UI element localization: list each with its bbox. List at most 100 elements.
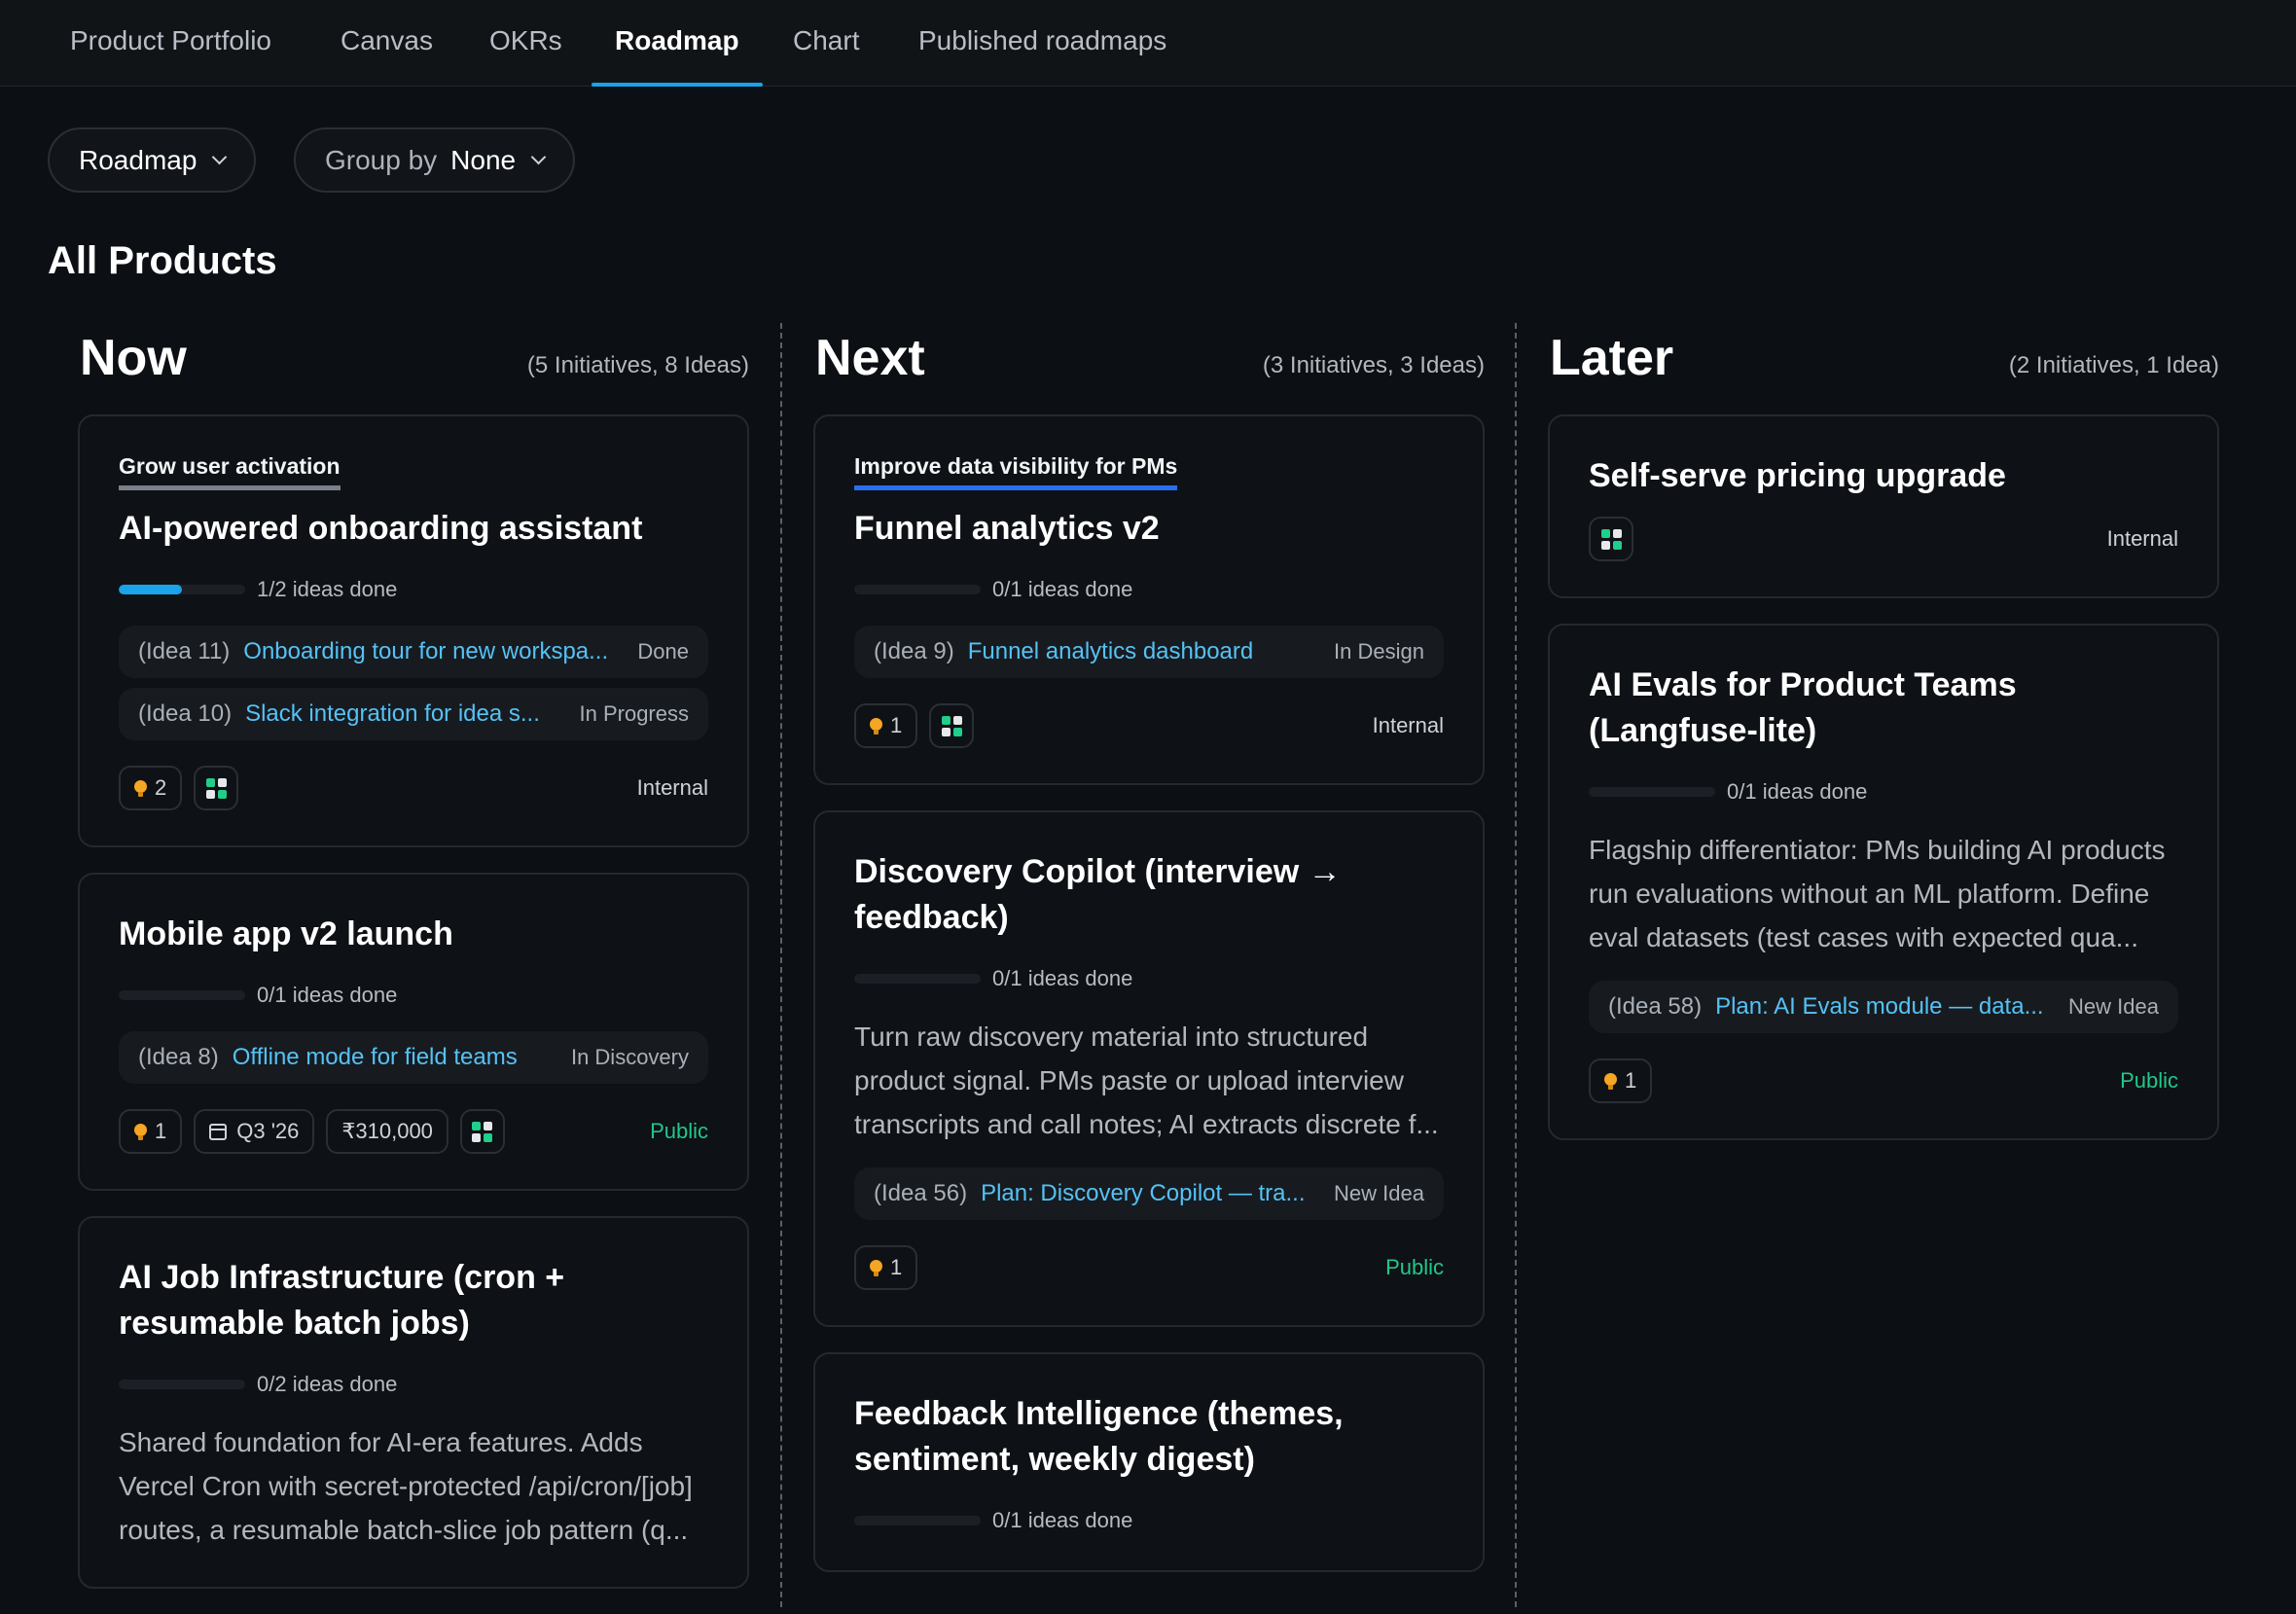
idea-count-chip[interactable]: 1 [1589, 1058, 1653, 1103]
initiative-card[interactable]: Mobile app v2 launch 0/1 ideas done (Ide… [78, 873, 749, 1191]
card-meta: 1 Q3 '26 ₹310,000 Public [119, 1109, 708, 1154]
group-by-label: Group by [325, 144, 438, 175]
tab-published-roadmaps[interactable]: Published roadmaps [918, 25, 1166, 87]
idea-status: New Idea [2068, 994, 2159, 1019]
idea-link[interactable]: Funnel analytics dashboard [968, 638, 1314, 665]
initiative-title[interactable]: AI Job Infrastructure (cron + resumable … [119, 1255, 708, 1346]
idea-status: In Design [1334, 639, 1424, 664]
grid-icon [941, 715, 962, 736]
column-title: Next [815, 330, 925, 386]
view-select-label: Roadmap [79, 144, 197, 175]
initiative-title[interactable]: Funnel analytics v2 [854, 506, 1444, 552]
idea-count-chip[interactable]: 1 [854, 1245, 918, 1290]
initiative-card[interactable]: Self-serve pricing upgrade Internal [1548, 414, 2219, 598]
idea-status: Done [637, 639, 689, 664]
visibility-label: Public [2120, 1068, 2178, 1093]
idea-link[interactable]: Onboarding tour for new workspa... [243, 638, 618, 665]
tab-canvas[interactable]: Canvas [341, 25, 433, 87]
initiative-title[interactable]: Feedback Intelligence (themes, sentiment… [854, 1391, 1444, 1483]
idea-count: 1 [1625, 1068, 1637, 1093]
idea-row[interactable]: (Idea 10) Slack integration for idea s..… [119, 688, 708, 740]
group-by-select[interactable]: Group by None [294, 127, 576, 193]
idea-row[interactable]: (Idea 8) Offline mode for field teams In… [119, 1031, 708, 1084]
progress-bar [854, 974, 981, 984]
tab-product-portfolio[interactable]: Product Portfolio [70, 25, 271, 87]
idea-row[interactable]: (Idea 58) Plan: AI Evals module — data..… [1589, 981, 2178, 1033]
progress-text: 0/1 ideas done [992, 577, 1133, 601]
column-count: (5 Initiatives, 8 Ideas) [526, 352, 749, 378]
visibility-label: Internal [1372, 713, 1444, 737]
card-meta: Internal [1589, 517, 2178, 561]
column-later: Later (2 Initiatives, 1 Idea) Self-serve… [1548, 321, 2219, 1166]
idea-row[interactable]: (Idea 11) Onboarding tour for new worksp… [119, 626, 708, 678]
product-chip[interactable] [194, 766, 239, 810]
lightbulb-icon [870, 717, 882, 735]
initiative-title[interactable]: AI Evals for Product Teams (Langfuse-lit… [1589, 663, 2178, 754]
initiative-title[interactable]: AI-powered onboarding assistant [119, 506, 708, 552]
initiative-title[interactable]: Mobile app v2 launch [119, 912, 708, 957]
idea-count: 1 [155, 1119, 167, 1143]
column-count: (3 Initiatives, 3 Ideas) [1262, 352, 1485, 378]
idea-row[interactable]: (Idea 56) Plan: Discovery Copilot — tra.… [854, 1167, 1444, 1220]
column-next: Next (3 Initiatives, 3 Ideas) Improve da… [813, 321, 1485, 1597]
tab-okrs[interactable]: OKRs [489, 25, 562, 87]
visibility-label: Public [1385, 1255, 1444, 1279]
idea-link[interactable]: Slack integration for idea s... [245, 700, 559, 728]
progress: 0/1 ideas done [119, 981, 708, 1010]
product-chip[interactable] [459, 1109, 505, 1154]
initiative-card[interactable]: Improve data visibility for PMs Funnel a… [813, 414, 1485, 785]
lightbulb-icon [134, 1123, 147, 1140]
date-chip[interactable]: Q3 '26 [194, 1109, 315, 1154]
idea-count-chip[interactable]: 1 [119, 1109, 183, 1154]
card-meta: 1 Public [854, 1245, 1444, 1290]
idea-link[interactable]: Plan: Discovery Copilot — tra... [981, 1180, 1314, 1207]
top-nav: Product Portfolio Canvas OKRs Roadmap Ch… [0, 0, 2296, 87]
idea-count-chip[interactable]: 2 [119, 766, 183, 810]
idea-link[interactable]: Plan: AI Evals module — data... [1715, 993, 2049, 1021]
progress-bar [119, 585, 245, 594]
lightbulb-icon [134, 779, 147, 797]
idea-count-chip[interactable]: 1 [854, 703, 918, 748]
chevron-down-icon [530, 149, 547, 165]
progress-bar [1589, 787, 1715, 797]
idea-link[interactable]: Offline mode for field teams [233, 1044, 552, 1071]
initiative-card[interactable]: AI Job Infrastructure (cron + resumable … [78, 1216, 749, 1589]
tab-roadmap[interactable]: Roadmap [592, 25, 763, 87]
idea-status: New Idea [1334, 1181, 1424, 1205]
lightbulb-icon [870, 1259, 882, 1276]
visibility-label: Public [650, 1119, 708, 1143]
card-meta: 1 Internal [854, 703, 1444, 748]
column-header: Now (5 Initiatives, 8 Ideas) [78, 321, 749, 414]
progress-text: 0/1 ideas done [1727, 779, 1868, 804]
idea-count: 1 [890, 1255, 903, 1279]
initiative-title[interactable]: Discovery Copilot (interview → feedback) [854, 849, 1444, 941]
progress: 0/2 ideas done [119, 1370, 708, 1399]
idea-status: In Progress [579, 701, 690, 726]
initiative-card[interactable]: Feedback Intelligence (themes, sentiment… [813, 1352, 1485, 1572]
product-chip[interactable] [1589, 517, 1633, 561]
progress: 0/1 ideas done [854, 1506, 1444, 1535]
progress: 0/1 ideas done [1589, 777, 2178, 807]
idea-number: (Idea 8) [138, 1044, 219, 1070]
visibility-label: Internal [636, 775, 708, 800]
initiative-card[interactable]: Grow user activation AI-powered onboardi… [78, 414, 749, 847]
view-select[interactable]: Roadmap [48, 127, 257, 193]
idea-status: In Discovery [570, 1045, 689, 1069]
initiative-description: Flagship differentiator: PMs building AI… [1589, 835, 2166, 952]
initiative-card[interactable]: AI Evals for Product Teams (Langfuse-lit… [1548, 624, 2219, 1140]
budget-chip[interactable]: ₹310,000 [326, 1109, 448, 1154]
idea-count: 2 [155, 775, 167, 800]
progress-bar [119, 1380, 245, 1389]
initiative-description: Shared foundation for AI-era features. A… [119, 1427, 693, 1545]
progress-text: 1/2 ideas done [257, 577, 398, 601]
budget-value: ₹310,000 [341, 1119, 433, 1143]
column-header: Next (3 Initiatives, 3 Ideas) [813, 321, 1485, 414]
idea-number: (Idea 9) [874, 638, 954, 664]
product-chip[interactable] [929, 703, 975, 748]
progress-text: 0/1 ideas done [257, 983, 398, 1007]
idea-row[interactable]: (Idea 9) Funnel analytics dashboard In D… [854, 626, 1444, 678]
tab-chart[interactable]: Chart [793, 25, 859, 87]
progress-bar [854, 1516, 981, 1525]
initiative-card[interactable]: Discovery Copilot (interview → feedback)… [813, 810, 1485, 1327]
initiative-title[interactable]: Self-serve pricing upgrade [1589, 453, 2178, 499]
